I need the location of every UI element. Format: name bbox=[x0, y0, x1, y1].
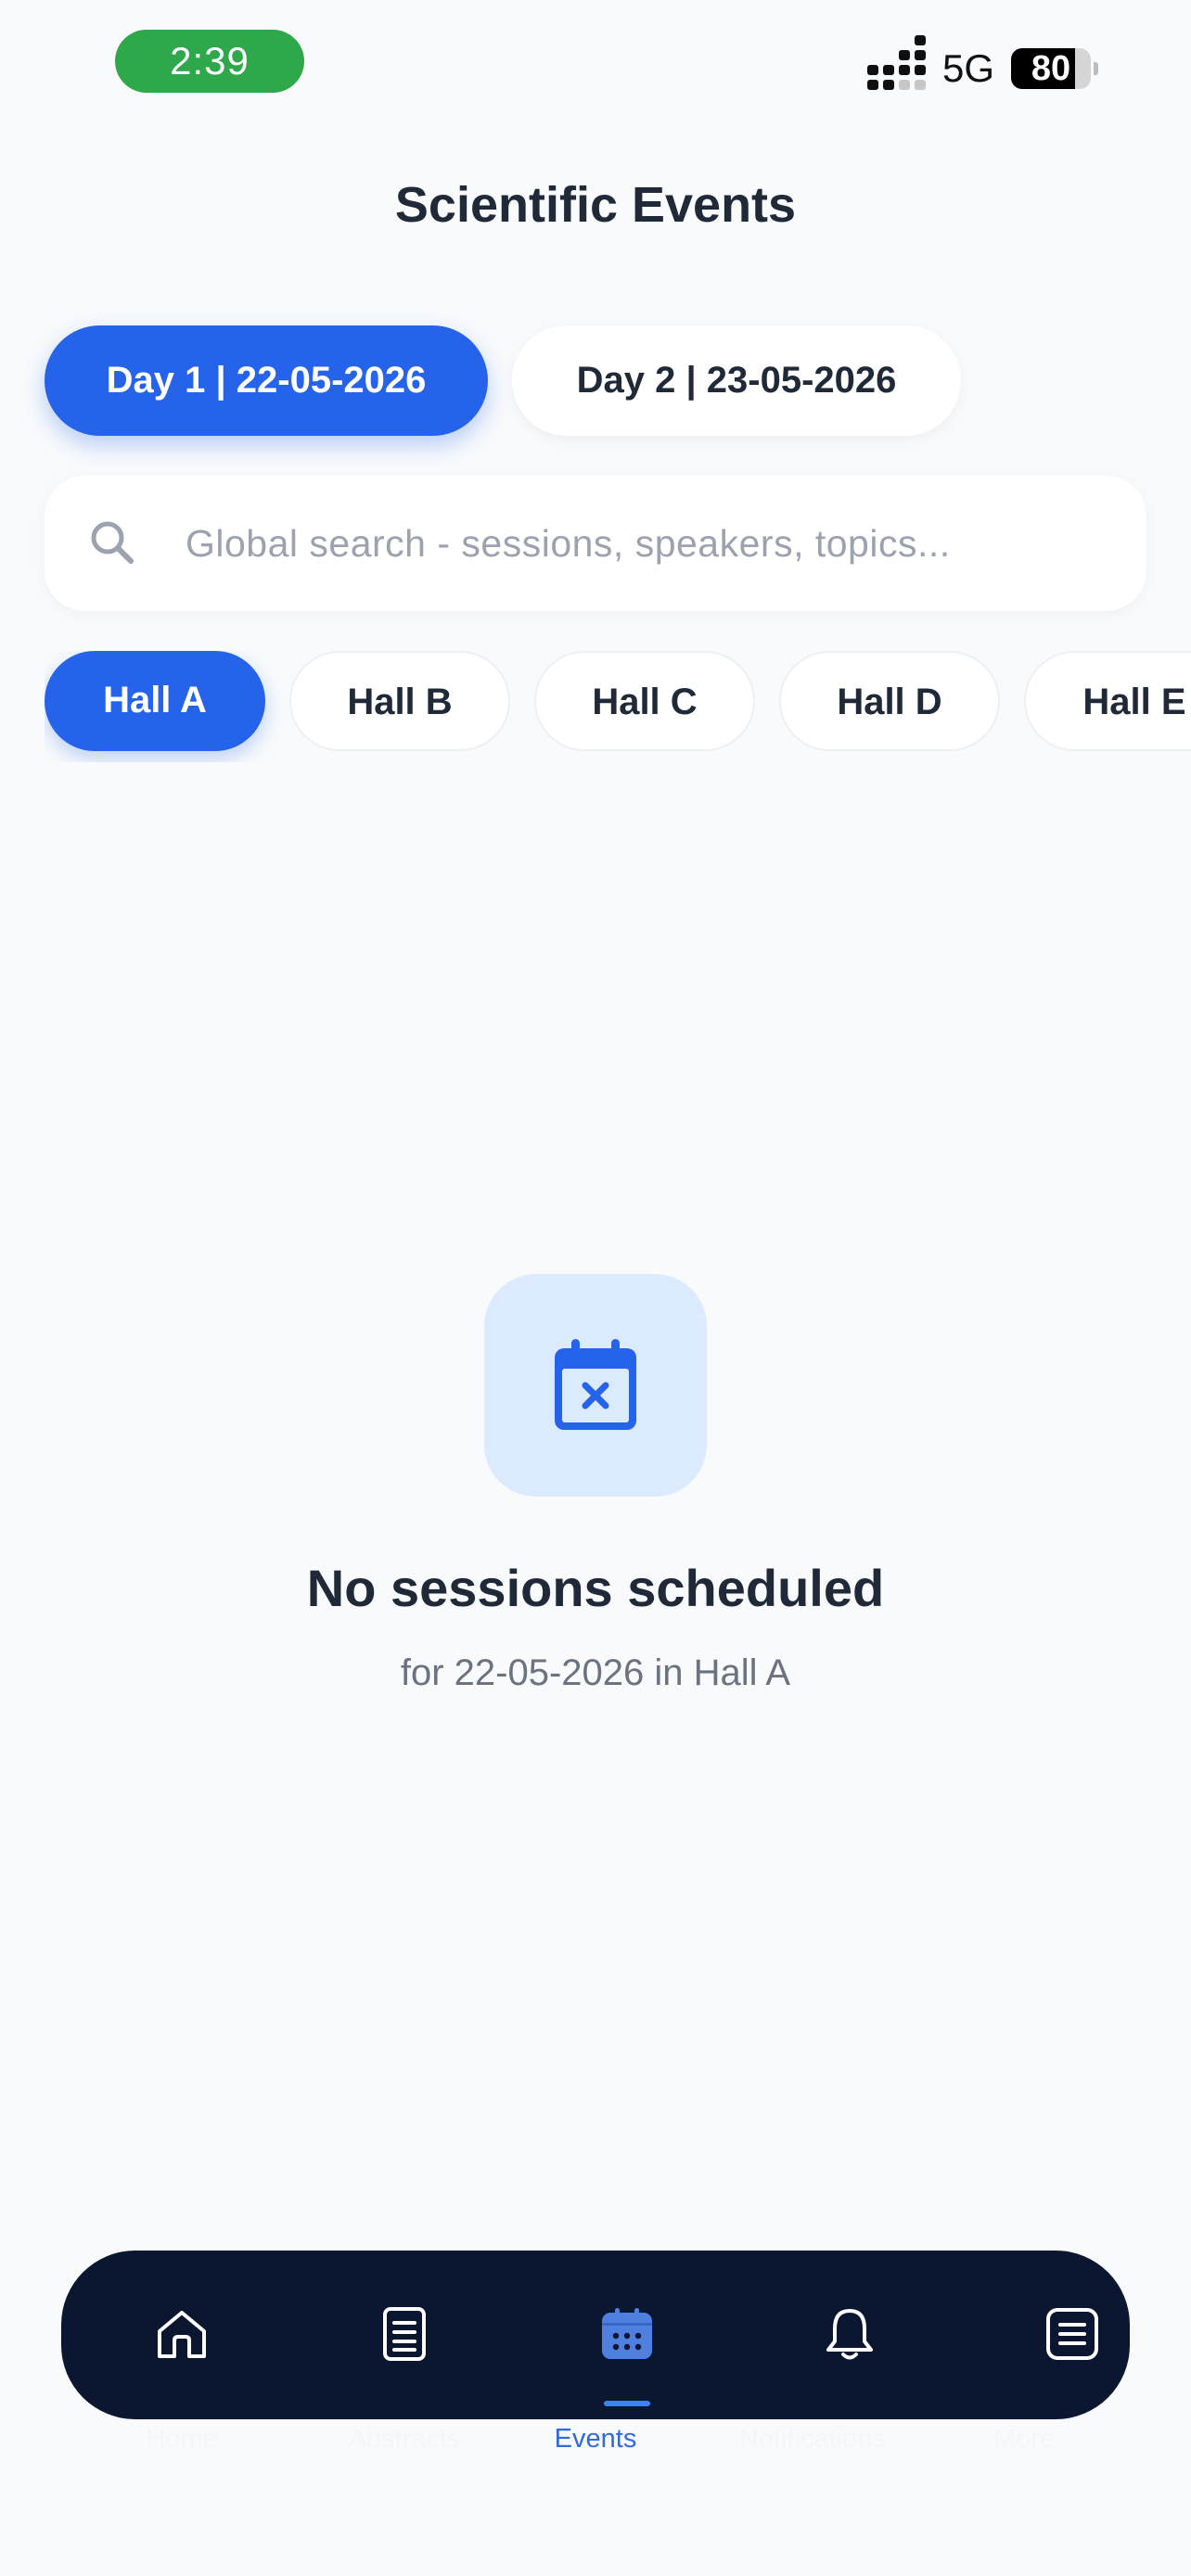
active-nav-indicator bbox=[604, 2401, 650, 2406]
hall-chip-b[interactable]: Hall B bbox=[289, 651, 510, 751]
status-time: 2:39 bbox=[115, 30, 304, 93]
hall-chip-c[interactable]: Hall C bbox=[534, 651, 755, 751]
bell-icon bbox=[826, 2309, 873, 2360]
status-indicators: 5G 80 bbox=[866, 35, 1098, 96]
document-icon bbox=[383, 2307, 426, 2361]
tab-day-1[interactable]: Day 1 | 22-05-2026 bbox=[45, 325, 488, 436]
empty-state-subtitle: for 22-05-2026 in Hall A bbox=[400, 1652, 791, 1693]
battery-icon: 80 bbox=[1011, 48, 1098, 89]
home-icon bbox=[158, 2311, 206, 2358]
empty-state-icon-box bbox=[484, 1274, 707, 1497]
nav-label-events[interactable]: Events bbox=[484, 2424, 707, 2455]
nav-item-more[interactable] bbox=[980, 2251, 1165, 2419]
nav-label-home[interactable]: Home bbox=[70, 2424, 293, 2455]
nav-item-home[interactable] bbox=[89, 2251, 275, 2419]
calendar-icon bbox=[602, 2308, 652, 2359]
battery-percent: 80 bbox=[1031, 49, 1071, 88]
hall-filter: Hall A Hall B Hall C Hall D Hall E bbox=[45, 651, 1191, 762]
nav-label-more[interactable]: More bbox=[913, 2424, 1135, 2455]
nav-label-abstracts[interactable]: Abstracts bbox=[293, 2424, 516, 2455]
calendar-x-icon bbox=[555, 1339, 636, 1430]
hall-chip-e[interactable]: Hall E bbox=[1024, 651, 1191, 751]
signal-icon bbox=[866, 35, 926, 90]
menu-list-icon bbox=[1046, 2308, 1098, 2360]
search-input[interactable] bbox=[184, 520, 1115, 567]
page-title: Scientific Events bbox=[394, 177, 797, 233]
nav-item-abstracts[interactable] bbox=[312, 2251, 497, 2419]
day-tabs: Day 1 | 22-05-2026 Day 2 | 23-05-2026 bbox=[45, 325, 961, 436]
nav-item-notifications[interactable] bbox=[757, 2251, 942, 2419]
hall-chip-a[interactable]: Hall A bbox=[45, 651, 265, 751]
hall-chip-d[interactable]: Hall D bbox=[779, 651, 1000, 751]
search-icon bbox=[91, 521, 134, 564]
tab-day-2[interactable]: Day 2 | 23-05-2026 bbox=[512, 325, 961, 436]
network-type: 5G bbox=[941, 46, 994, 90]
bottom-navigation bbox=[61, 2251, 1130, 2419]
global-search-bar[interactable] bbox=[45, 476, 1146, 611]
nav-item-events[interactable] bbox=[534, 2251, 720, 2419]
empty-state-title: No sessions scheduled bbox=[306, 1559, 885, 1617]
nav-label-notifications[interactable]: Notifications bbox=[701, 2424, 924, 2455]
